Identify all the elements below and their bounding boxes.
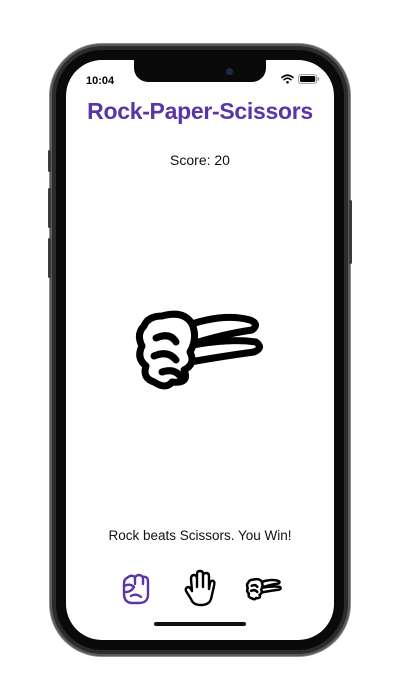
paper-button[interactable] — [181, 568, 219, 608]
open-hand-icon — [184, 569, 216, 607]
power-button — [349, 200, 352, 264]
wifi-icon — [281, 74, 294, 84]
fist-icon — [122, 573, 150, 605]
app-title: Rock-Paper-Scissors — [87, 98, 313, 124]
status-icons — [281, 74, 320, 84]
app-screen: 10:04 Rock-Paper-Scissors Score: 20 Rock — [66, 60, 334, 640]
result-message: Rock beats Scissors. You Win! — [108, 528, 292, 543]
scissors-button[interactable] — [245, 568, 283, 608]
status-time: 10:04 — [86, 75, 115, 87]
notch — [134, 60, 266, 82]
battery-icon — [298, 74, 320, 84]
front-camera — [226, 68, 233, 75]
scissors-hand-icon — [135, 310, 263, 390]
mute-switch — [48, 150, 51, 172]
score-label: Score: 20 — [170, 152, 230, 168]
volume-up-button — [48, 188, 51, 228]
choice-bar — [66, 568, 334, 612]
rock-button[interactable] — [117, 568, 155, 608]
scissors-hand-icon — [245, 577, 282, 601]
home-indicator[interactable] — [154, 622, 246, 626]
volume-down-button — [48, 238, 51, 278]
